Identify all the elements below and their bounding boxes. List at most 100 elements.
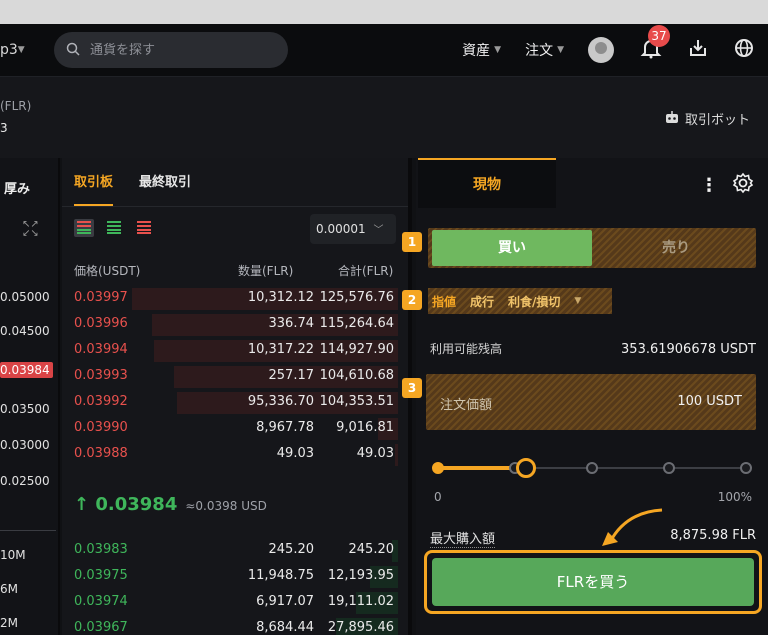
row-total: 104,610.68 <box>319 368 394 383</box>
amount-slider[interactable] <box>432 458 752 478</box>
order-book-row[interactable]: 0.03974 6,917.07 19,111.02 <box>62 590 408 616</box>
tab-order-book[interactable]: 取引板 <box>74 158 114 206</box>
row-price: 0.03983 <box>74 542 128 557</box>
order-book-row[interactable]: 0.03996 336.74 115,264.64 <box>62 312 408 338</box>
row-total: 114,927.90 <box>319 342 394 357</box>
more-options-icon[interactable]: ⋮ <box>700 175 718 196</box>
row-qty: 95,336.70 <box>247 394 314 409</box>
expand-icon[interactable]: ↖↗ ↙↘ <box>22 220 39 239</box>
assets-menu-label: 資産 <box>462 43 491 59</box>
slider-step-100[interactable] <box>740 462 752 474</box>
buy-flr-button[interactable]: FLRを買う <box>432 558 754 606</box>
row-price: 0.03993 <box>74 368 128 383</box>
depth-price-label: 0.02500 <box>0 474 50 488</box>
pair-name: (FLR) <box>0 99 32 113</box>
row-qty: 8,967.78 <box>256 420 314 435</box>
order-value-input[interactable]: 100 USDT <box>677 394 742 409</box>
order-value-field[interactable]: 注文価額 100 USDT <box>426 374 756 430</box>
orders-menu[interactable]: 注文 ▼ <box>525 40 564 60</box>
order-book-row[interactable]: 0.03993 257.17 104,610.68 <box>62 364 408 390</box>
avatar[interactable] <box>588 37 614 63</box>
search-box[interactable] <box>54 32 288 68</box>
row-qty: 245.20 <box>268 542 315 557</box>
step-marker-1: 1 <box>402 232 422 252</box>
slider-min-label: 0 <box>434 490 442 504</box>
depth-current-price: 0.03984 <box>0 362 53 378</box>
buy-button-highlight: FLRを買う <box>424 550 762 614</box>
buy-sell-toggle[interactable]: 買い 売り <box>428 228 756 268</box>
chevron-down-icon: ▼ <box>17 45 25 55</box>
download-button[interactable] <box>688 38 708 62</box>
order-book-row[interactable]: 0.03994 10,317.22 114,927.90 <box>62 338 408 364</box>
orders-menu-label: 注文 <box>525 43 554 59</box>
row-qty: 10,312.12 <box>247 290 314 305</box>
order-book-row[interactable]: 0.03990 8,967.78 9,016.81 <box>62 416 408 442</box>
notification-badge: 37 <box>648 25 670 47</box>
order-type-tabs: 指値 成行 利食/損切 ▼ <box>428 288 612 314</box>
order-type-tpsl[interactable]: 利食/損切 <box>508 293 560 310</box>
order-book-row[interactable]: 0.03983 245.20 245.20 <box>62 538 408 564</box>
depth-volume-label: 6M <box>0 582 18 596</box>
order-book-row[interactable]: 0.03967 8,684.44 27,895.46 <box>62 616 408 635</box>
buy-tab[interactable]: 買い <box>432 230 592 266</box>
trading-bot-link[interactable]: 取引ボット <box>665 109 750 128</box>
row-qty: 10,317.22 <box>247 342 314 357</box>
row-qty: 6,917.07 <box>256 594 314 609</box>
row-total: 12,193.95 <box>327 568 394 583</box>
row-total: 125,576.76 <box>319 290 394 305</box>
view-bids-button[interactable] <box>104 219 124 237</box>
row-price: 0.03997 <box>74 290 128 305</box>
precision-select[interactable]: 0.00001 ﹀ <box>310 214 396 244</box>
step-marker-2: 2 <box>402 290 422 310</box>
view-asks-button[interactable] <box>134 219 154 237</box>
row-price: 0.03990 <box>74 420 128 435</box>
language-button[interactable] <box>734 38 754 62</box>
row-price: 0.03975 <box>74 568 128 583</box>
search-icon <box>66 41 80 60</box>
tab-recent-trades[interactable]: 最終取引 <box>139 158 191 206</box>
row-total: 115,264.64 <box>319 316 394 331</box>
row-price: 0.03996 <box>74 316 128 331</box>
globe-icon <box>734 38 754 62</box>
download-icon <box>688 38 708 62</box>
assets-menu[interactable]: 資産 ▼ <box>462 40 501 60</box>
step-marker-3: 3 <box>402 378 422 398</box>
order-book-row[interactable]: 0.03992 95,336.70 104,353.51 <box>62 390 408 416</box>
trading-bot-label: 取引ボット <box>684 113 750 128</box>
divider <box>0 530 56 531</box>
order-book-row[interactable]: 0.03988 49.03 49.03 <box>62 442 408 468</box>
search-input[interactable] <box>90 42 270 58</box>
chevron-down-icon: ▼ <box>557 45 564 55</box>
order-book: 取引板 最終取引 0.00001 ﹀ 価格(USDT) 数量(FLR) 合計(F… <box>62 158 412 635</box>
depth-title: 厚み <box>4 182 31 197</box>
order-book-row[interactable]: 0.03975 11,948.75 12,193.95 <box>62 564 408 590</box>
row-price: 0.03992 <box>74 394 128 409</box>
gear-icon[interactable] <box>732 172 754 198</box>
row-total: 19,111.02 <box>327 594 394 609</box>
slider-step-50[interactable] <box>586 462 598 474</box>
pair-selector[interactable]: p3 ▼ <box>0 24 25 76</box>
slider-handle[interactable] <box>516 458 536 478</box>
slider-step-75[interactable] <box>663 462 675 474</box>
row-total: 27,895.46 <box>327 620 394 635</box>
order-book-row[interactable]: 0.03997 10,312.12 125,576.76 <box>62 286 408 312</box>
max-buy-amount: 最大購入額 8,875.98 FLR <box>430 528 756 548</box>
notifications-button[interactable]: 37 <box>640 25 670 63</box>
chevron-down-icon[interactable]: ▼ <box>574 296 581 306</box>
col-qty-header: 数量(FLR) <box>238 264 294 278</box>
view-both-button[interactable] <box>74 219 94 237</box>
last-price: ↑ 0.03984 ≈0.0398 USD <box>74 494 267 515</box>
depth-panel: 厚み ↖↗ ↙↘ 0.05000 0.04500 0.03984 0.03500 … <box>0 158 60 635</box>
window-top-strip <box>0 0 768 24</box>
chevron-down-icon: ▼ <box>494 45 502 55</box>
sell-tab[interactable]: 売り <box>596 230 756 266</box>
row-total: 245.20 <box>348 542 395 557</box>
tab-spot[interactable]: 現物 <box>418 158 556 208</box>
col-price-header: 価格(USDT) <box>74 264 141 278</box>
order-type-market[interactable]: 成行 <box>470 293 494 310</box>
precision-value: 0.00001 <box>316 222 366 236</box>
order-type-limit[interactable]: 指値 <box>432 293 456 310</box>
slider-step-0[interactable] <box>432 462 444 474</box>
row-qty: 8,684.44 <box>256 620 314 635</box>
slider-max-label: 100% <box>717 490 752 504</box>
